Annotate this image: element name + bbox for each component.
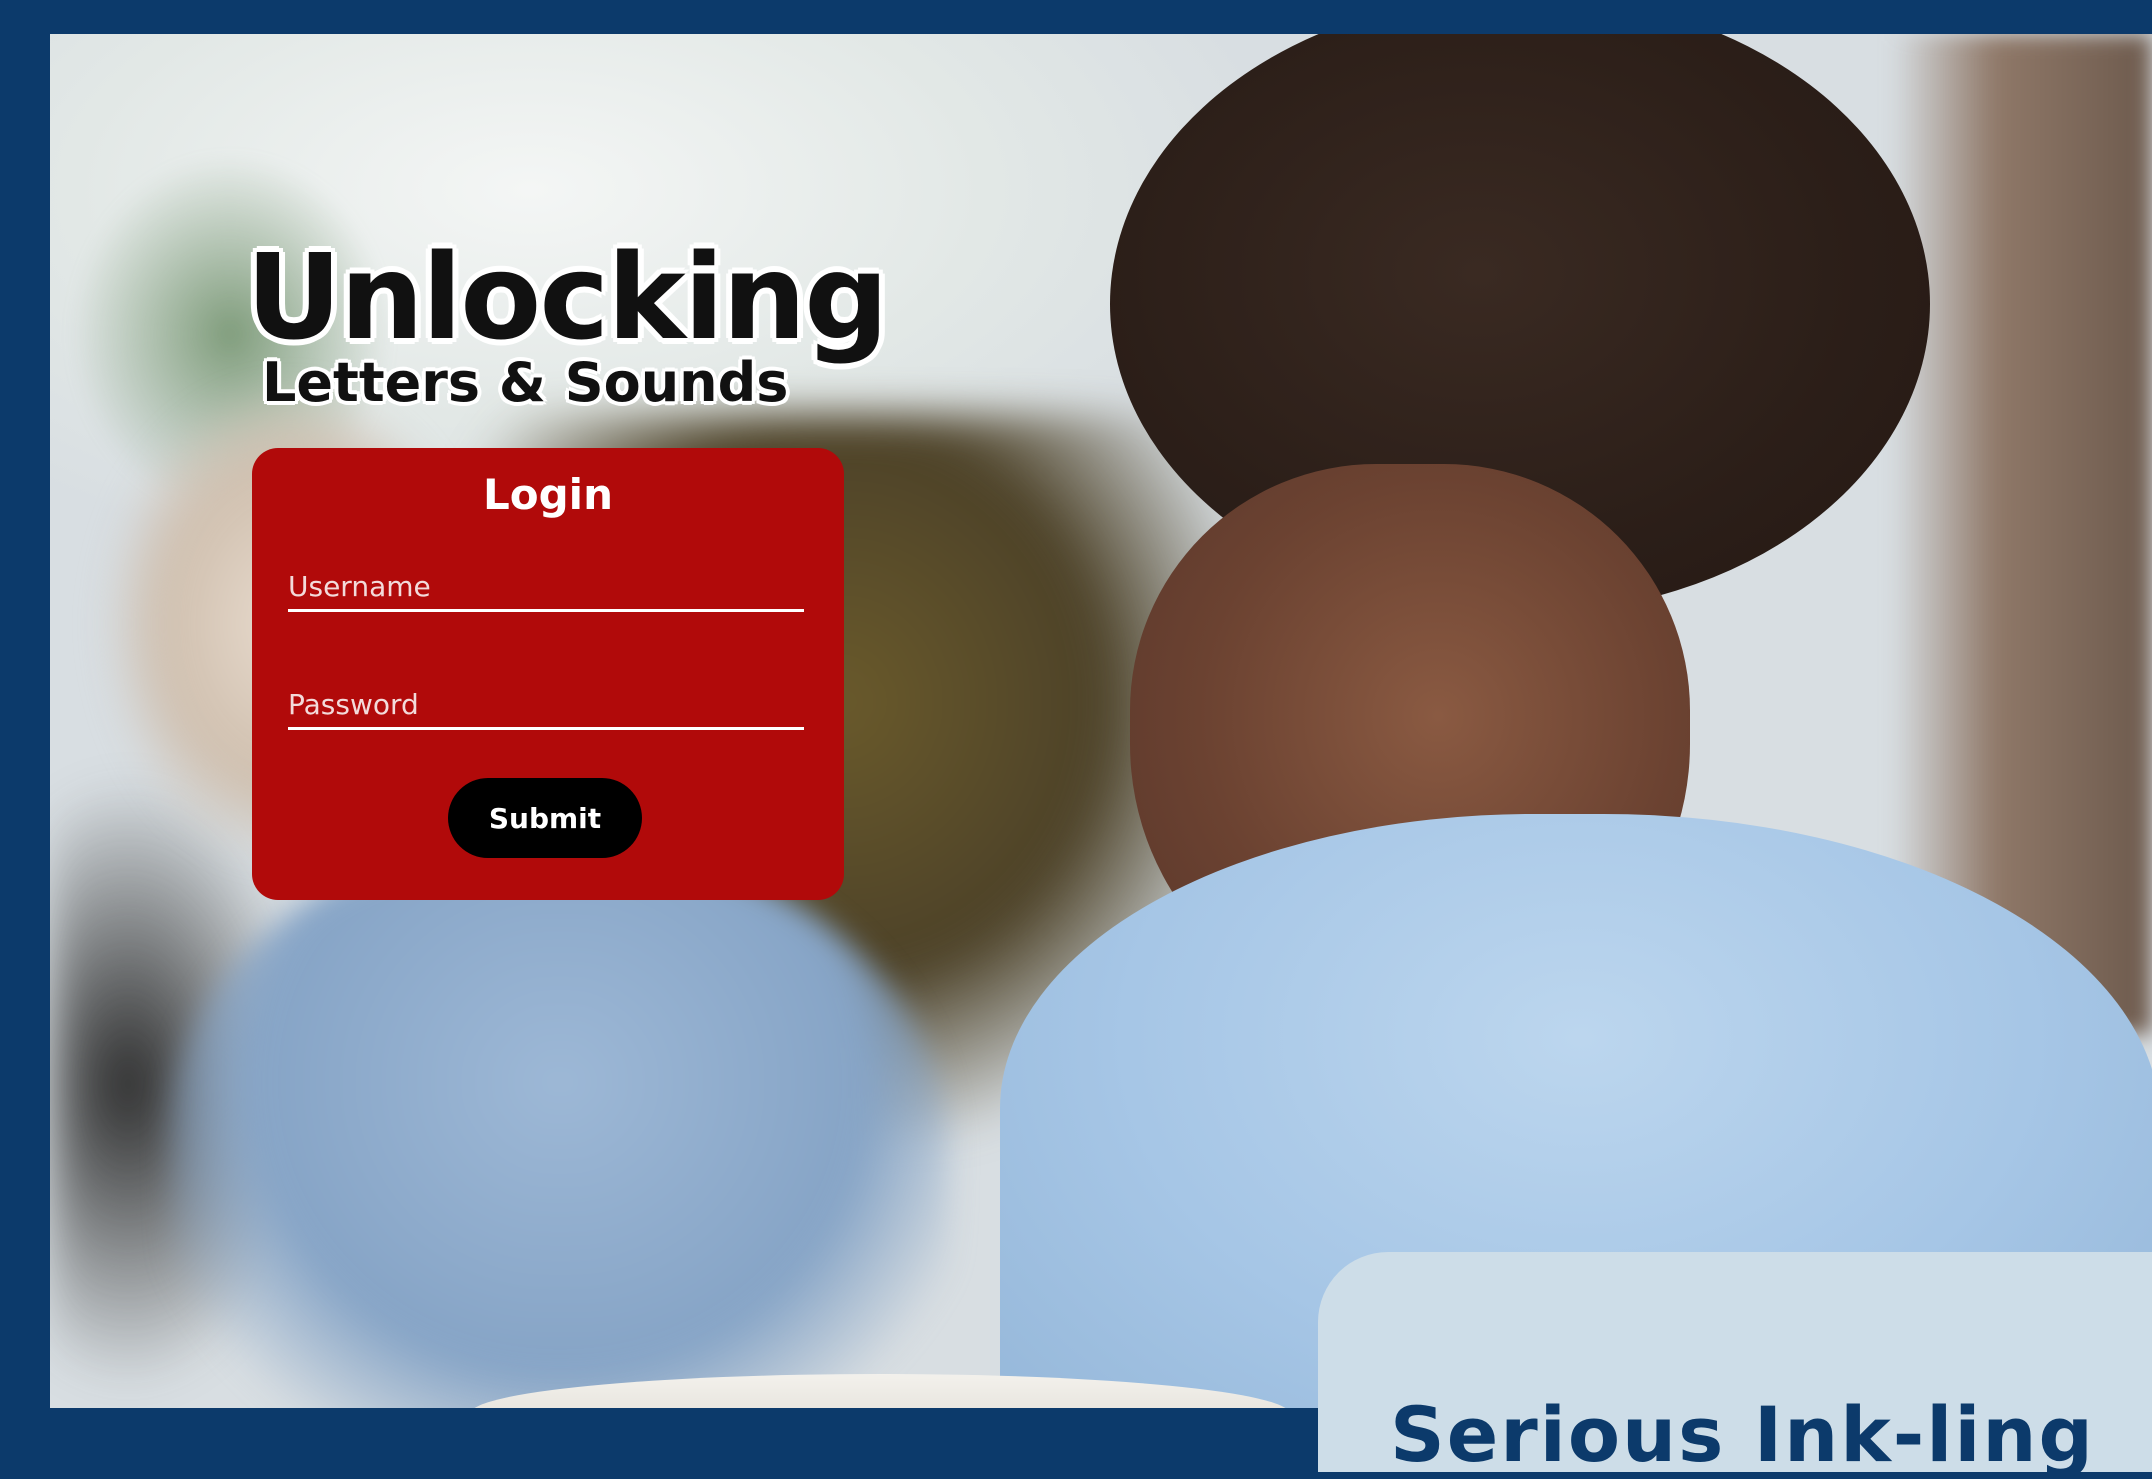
login-form: Login Submit [252, 448, 844, 900]
unlocking-letters-sounds-logo: Unlocking Letters & Sounds [228, 238, 889, 428]
password-field-wrapper [288, 682, 804, 730]
logo-subtitle: Letters & Sounds [262, 351, 789, 414]
submit-button[interactable]: Submit [448, 778, 642, 858]
info-panel-heading: Serious Ink-ling [1390, 1390, 2095, 1479]
username-input[interactable] [288, 570, 804, 612]
logo-wordmark: Unlocking [246, 238, 889, 356]
username-field-wrapper [288, 564, 804, 612]
password-input[interactable] [288, 688, 804, 730]
login-title: Login [483, 470, 613, 519]
logo-main-text: Unlocking [246, 228, 889, 366]
